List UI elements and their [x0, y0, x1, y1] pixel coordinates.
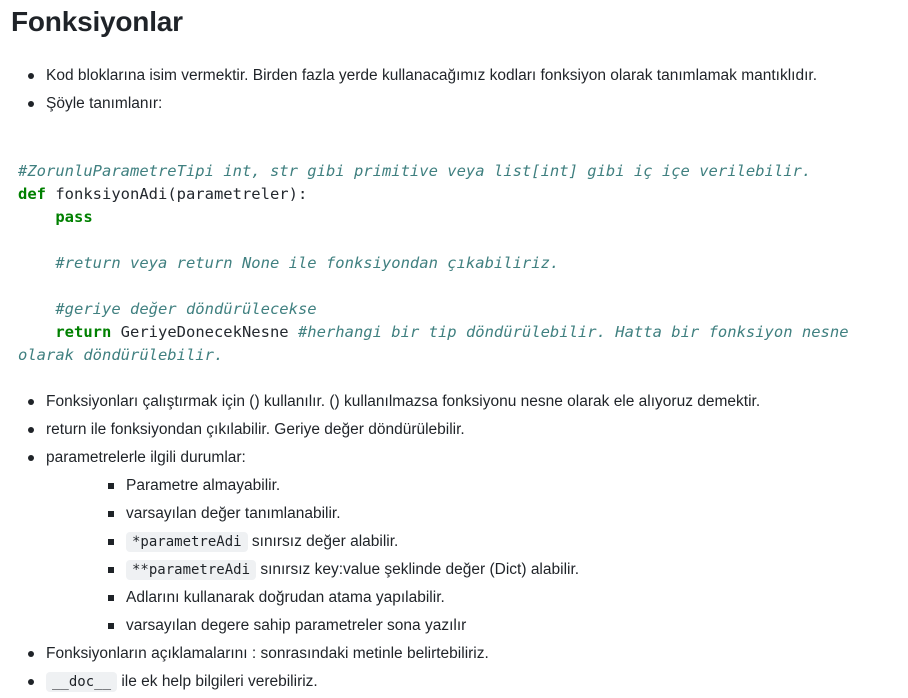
code-comment: #geriye değer döndürülecekse	[55, 300, 317, 318]
list-item: __doc__ ile ek help bilgileri verebiliri…	[0, 668, 900, 696]
sublist-item: varsayılan degere sahip parametreler son…	[46, 612, 900, 640]
section-heading: Fonksiyonlar	[11, 6, 183, 37]
list-item: Fonksiyonların açıklamalarını : sonrasın…	[0, 640, 900, 668]
sublist-item-text: Adlarını kullanarak doğrudan atama yapıl…	[126, 589, 445, 606]
list-item: return ile fonksiyondan çıkılabilir. Ger…	[0, 416, 900, 444]
code-comment: #ZorunluParametreTipi int, str gibi prim…	[18, 162, 812, 180]
code-block: #ZorunluParametreTipi int, str gibi prim…	[18, 160, 898, 367]
document-page: Fonksiyonlar Kod bloklarına isim vermekt…	[0, 0, 908, 698]
notes-list: Fonksiyonları çalıştırmak için () kullan…	[0, 388, 900, 696]
list-item-text: parametrelerle ilgili durumlar:	[46, 449, 246, 466]
inline-code: **parametreAdi	[126, 560, 257, 580]
list-item-text: ile ek help bilgileri verebiliriz.	[117, 673, 318, 690]
sublist-item-text: sınırsız değer alabilir.	[247, 533, 399, 550]
list-item-text: Fonksiyonları çalıştırmak için () kullan…	[46, 393, 761, 410]
sublist-item-text: sınırsız key:value şeklinde değer (Dict)…	[256, 561, 580, 578]
code-comment: #return veya return None ile fonksiyonda…	[55, 254, 560, 272]
sublist-item-text: varsayılan değer tanımlanabilir.	[126, 505, 341, 522]
sublist-item: Adlarını kullanarak doğrudan atama yapıl…	[46, 584, 900, 612]
intro-list: Kod bloklarına isim vermektir. Birden fa…	[0, 62, 900, 118]
list-item-text: Fonksiyonların açıklamalarını : sonrasın…	[46, 645, 489, 662]
code-function-signature: fonksiyonAdi(parametreler):	[46, 185, 308, 203]
sublist-item-text: varsayılan degere sahip parametreler son…	[126, 617, 467, 634]
sublist-item: varsayılan değer tanımlanabilir.	[46, 500, 900, 528]
inline-code: __doc__	[46, 672, 118, 692]
code-keyword-pass: pass	[55, 208, 93, 226]
list-item: Şöyle tanımlanır:	[0, 90, 900, 118]
list-item: Kod bloklarına isim vermektir. Birden fa…	[0, 62, 900, 90]
sublist-item: *parametreAdi sınırsız değer alabilir.	[46, 528, 900, 556]
sublist-item: **parametreAdi sınırsız key:value şeklin…	[46, 556, 900, 584]
code-keyword-return: return	[55, 323, 112, 341]
parameters-sublist: Parametre almayabilir. varsayılan değer …	[46, 472, 900, 640]
list-item-text: Kod bloklarına isim vermektir. Birden fa…	[46, 67, 818, 84]
list-item-text: Şöyle tanımlanır:	[46, 95, 163, 112]
list-item: parametrelerle ilgili durumlar: Parametr…	[0, 444, 900, 640]
code-keyword-def: def	[18, 185, 46, 203]
sublist-item-text: Parametre almayabilir.	[126, 477, 281, 494]
inline-code: *parametreAdi	[126, 532, 248, 552]
sublist-item: Parametre almayabilir.	[46, 472, 900, 500]
code-return-value: GeriyeDonecekNesne	[111, 323, 298, 341]
list-item: Fonksiyonları çalıştırmak için () kullan…	[0, 388, 900, 416]
list-item-text: return ile fonksiyondan çıkılabilir. Ger…	[46, 421, 465, 438]
